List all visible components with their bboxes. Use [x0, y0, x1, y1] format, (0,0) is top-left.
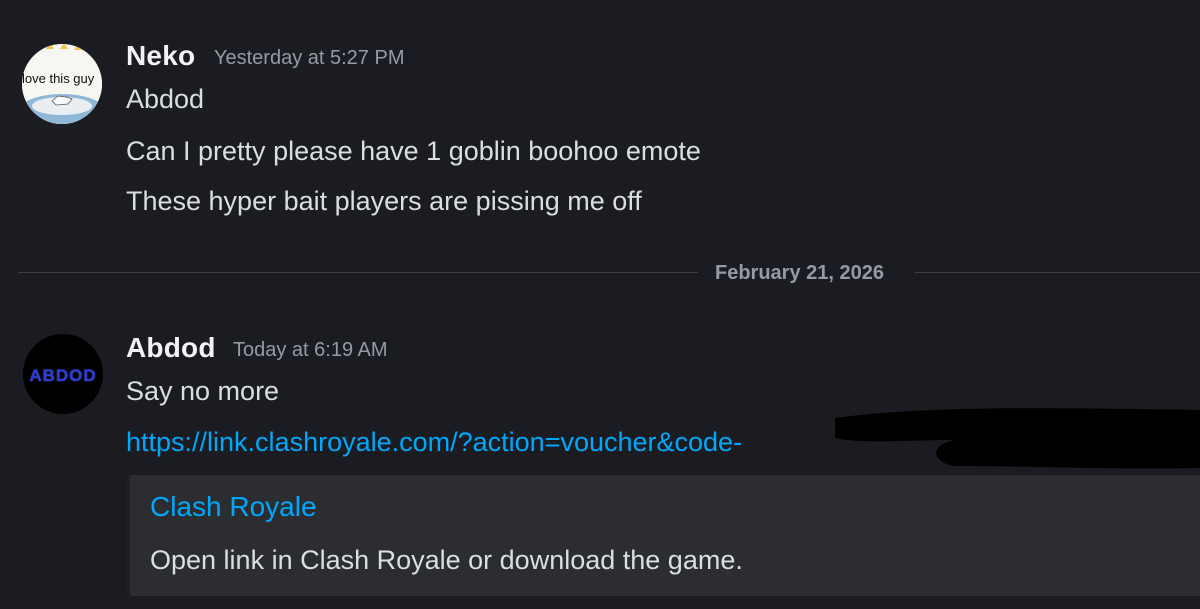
author-name[interactable]: Neko [126, 40, 195, 72]
avatar-logo-text: ABDOD [29, 366, 97, 385]
embed-title[interactable]: Clash Royale [150, 491, 317, 523]
message-timestamp[interactable]: Yesterday at 5:27 PM [214, 47, 405, 70]
message-timestamp[interactable]: Today at 6:19 AM [233, 339, 388, 362]
divider-line-left [18, 272, 698, 273]
author-name[interactable]: Abdod [126, 332, 216, 364]
chat-window: love this guy Neko Yesterday at 5:27 PM … [0, 0, 1200, 609]
message-line: Say no more [126, 376, 280, 406]
message-line: Abdod [126, 84, 205, 114]
voucher-link[interactable]: https://link.clashroyale.com/?action=vou… [126, 427, 742, 457]
date-divider: February 21, 2026 [715, 262, 884, 284]
link-embed[interactable]: Clash Royale Open link in Clash Royale o… [126, 475, 1200, 596]
divider-line-right [915, 272, 1200, 273]
message-line: These hyper bait players are pissing me … [126, 186, 642, 216]
avatar-caption: love this guy [22, 71, 95, 86]
message-line: Can I pretty please have 1 goblin boohoo… [126, 136, 701, 166]
embed-description: Open link in Clash Royale or download th… [150, 545, 743, 575]
